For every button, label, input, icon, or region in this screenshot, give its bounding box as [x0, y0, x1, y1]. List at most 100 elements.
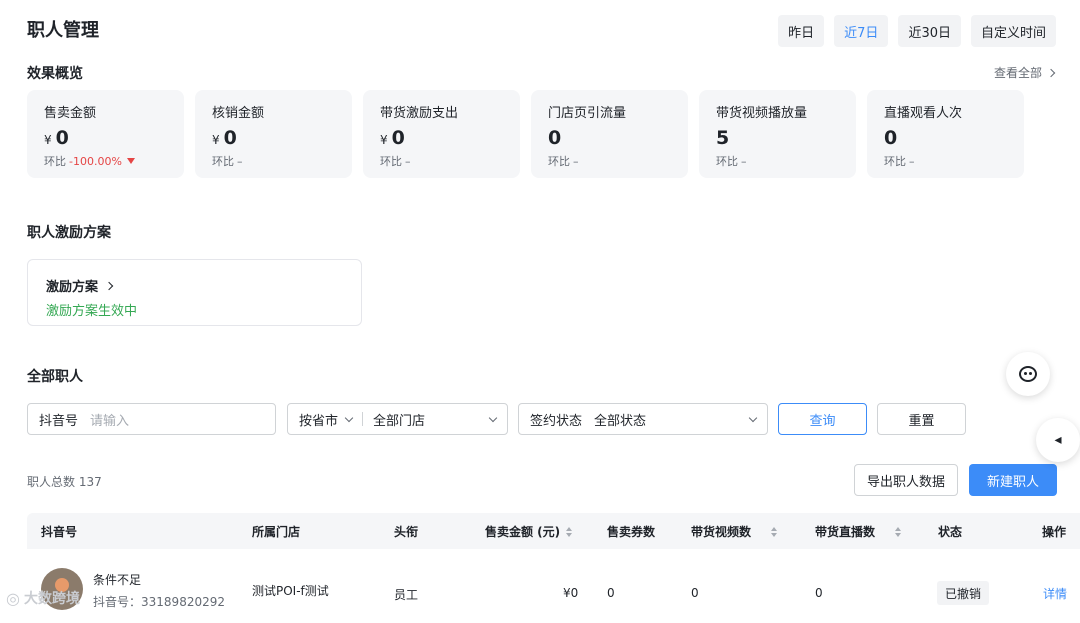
arrow-icon: ◂ [1054, 432, 1062, 448]
douyin-id-input[interactable]: 抖音号 请输入 [27, 403, 276, 435]
cmp-label: 环比 [212, 155, 234, 168]
incentive-card: 激励方案 激励方案生效中 [27, 259, 362, 326]
arrow-down-icon [126, 158, 135, 164]
chevron-right-icon [1046, 68, 1056, 77]
metric-card-live-viewers: 直播观看人次 0 环比 – [867, 90, 1024, 178]
metric-value: 0 [223, 127, 237, 149]
staff-coupons: 0 [607, 586, 615, 600]
date-range-group: 昨日 近7日 近30日 自定义时间 [778, 15, 1056, 47]
chevron-right-icon [104, 281, 114, 290]
range-custom-button[interactable]: 自定义时间 [970, 15, 1056, 47]
brand-watermark: ◎ 大数跨境 [6, 588, 80, 608]
currency-symbol: ¥ [44, 133, 52, 147]
staff-douyin-id: 抖音号：33189820292 [93, 593, 225, 610]
metric-value: 0 [548, 127, 562, 149]
range-30d-button[interactable]: 近30日 [898, 15, 961, 47]
query-button[interactable]: 查询 [778, 403, 867, 435]
col-store: 所属门店 [252, 525, 301, 539]
douyin-id-label: 抖音号 [39, 413, 79, 429]
sign-status-select[interactable]: 签约状态 全部状态 [518, 403, 768, 435]
staff-total: 职人总数 137 [27, 475, 102, 489]
store-filter: 按省市 全部门店 [287, 403, 508, 435]
brand-logo-icon: ◎ [6, 588, 20, 608]
cmp-value: -100.00% [69, 154, 122, 168]
col-coupons: 售卖券数 [607, 525, 656, 539]
incentive-status: 激励方案生效中 [46, 304, 138, 319]
overview-title: 效果概览 [27, 66, 83, 82]
staff-title: 员工 [394, 588, 419, 602]
metric-label: 核销金额 [212, 106, 265, 121]
col-videos: 带货视频数 [691, 525, 752, 539]
metric-label: 直播观看人次 [884, 106, 963, 121]
incentive-plan-label: 激励方案 [46, 280, 99, 295]
metric-label: 带货视频播放量 [716, 106, 808, 121]
douyin-id-placeholder: 请输入 [90, 413, 130, 429]
metric-value: 0 [391, 127, 405, 149]
divider [362, 412, 364, 426]
metric-value: 0 [55, 127, 69, 149]
province-select[interactable]: 按省市 [299, 410, 338, 429]
col-title: 头衔 [394, 525, 419, 539]
cmp-value: – [573, 154, 579, 168]
sign-status-label: 签约状态 [530, 413, 583, 429]
staff-videos: 0 [691, 586, 699, 600]
view-all-link[interactable]: 查看全部 [993, 64, 1056, 81]
sign-status-value: 全部状态 [594, 413, 647, 429]
staff-store: 测试POI-f测试 [252, 584, 329, 598]
metric-card-incentive-spend: 带货激励支出 ¥0 环比 – [363, 90, 520, 178]
metric-value: 5 [716, 127, 730, 149]
staff-lives: 0 [815, 586, 823, 600]
currency-symbol: ¥ [212, 133, 220, 147]
staff-section-title: 全部职人 [27, 369, 83, 385]
store-select-value[interactable]: 全部门店 [373, 410, 425, 429]
sort-icon[interactable] [771, 526, 778, 537]
cmp-value: – [909, 154, 915, 168]
chevron-down-icon [748, 413, 758, 422]
col-videos-sort[interactable]: 带货视频数 [691, 523, 778, 540]
range-yesterday-button[interactable]: 昨日 [778, 15, 825, 47]
view-all-label: 查看全部 [993, 66, 1042, 80]
cmp-label: 环比 [380, 155, 402, 168]
metric-cards: 售卖金额 ¥0 环比 -100.00% 核销金额 ¥0 环比 – 带货激励支出 ¥0… [27, 90, 1024, 178]
staff-name: 条件不足 [93, 573, 142, 587]
metric-card-sales: 售卖金额 ¥0 环比 -100.00% [27, 90, 184, 178]
col-lives: 带货直播数 [815, 525, 876, 539]
detail-link[interactable]: 详情 [1043, 585, 1067, 602]
status-badge: 已撤销 [937, 581, 990, 605]
col-action: 操作 [1042, 525, 1067, 539]
incentive-plan-link[interactable]: 激励方案 [46, 276, 343, 295]
cmp-value: – [741, 154, 747, 168]
table-header: 抖音号 所属门店 头衔 售卖金额 (元) 售卖券数 带货视频数 带货直播数 状态… [27, 513, 1080, 549]
metric-label: 售卖金额 [44, 106, 97, 121]
currency-symbol: ¥ [380, 133, 388, 147]
new-staff-button[interactable]: 新建职人 [969, 464, 1057, 496]
chevron-down-icon[interactable] [344, 413, 354, 422]
reset-button[interactable]: 重置 [877, 403, 966, 435]
metric-value: 0 [884, 127, 898, 149]
cmp-label: 环比 [44, 155, 66, 168]
douyin-id-value: 33189820292 [141, 595, 225, 609]
cmp-label: 环比 [548, 155, 570, 168]
col-amount: 售卖金额 (元) [485, 525, 561, 539]
metric-card-store-traffic: 门店页引流量 0 环比 – [531, 90, 688, 178]
douyin-id-prefix: 抖音号： [93, 595, 142, 609]
metric-card-video-plays: 带货视频播放量 5 环比 – [699, 90, 856, 178]
sort-icon[interactable] [895, 526, 902, 537]
customer-service-button[interactable] [1006, 352, 1050, 396]
floating-tool-button[interactable]: ◂ [1036, 418, 1080, 462]
incentive-section-title: 职人激励方案 [27, 225, 111, 241]
cmp-value: – [237, 154, 243, 168]
col-lives-sort[interactable]: 带货直播数 [815, 523, 902, 540]
range-7d-button[interactable]: 近7日 [834, 15, 889, 47]
brand-text: 大数跨境 [23, 591, 80, 607]
page-title: 职人管理 [27, 20, 99, 41]
staff-amount: ¥0 [563, 586, 579, 600]
metric-label: 门店页引流量 [548, 106, 627, 121]
export-staff-button[interactable]: 导出职人数据 [854, 464, 958, 496]
sort-icon[interactable] [566, 526, 573, 537]
col-amount-sort[interactable]: 售卖金额 (元) [485, 523, 573, 540]
chat-icon [1019, 366, 1037, 382]
chevron-down-icon[interactable] [488, 413, 498, 422]
cmp-value: – [405, 154, 411, 168]
cmp-label: 环比 [884, 155, 906, 168]
